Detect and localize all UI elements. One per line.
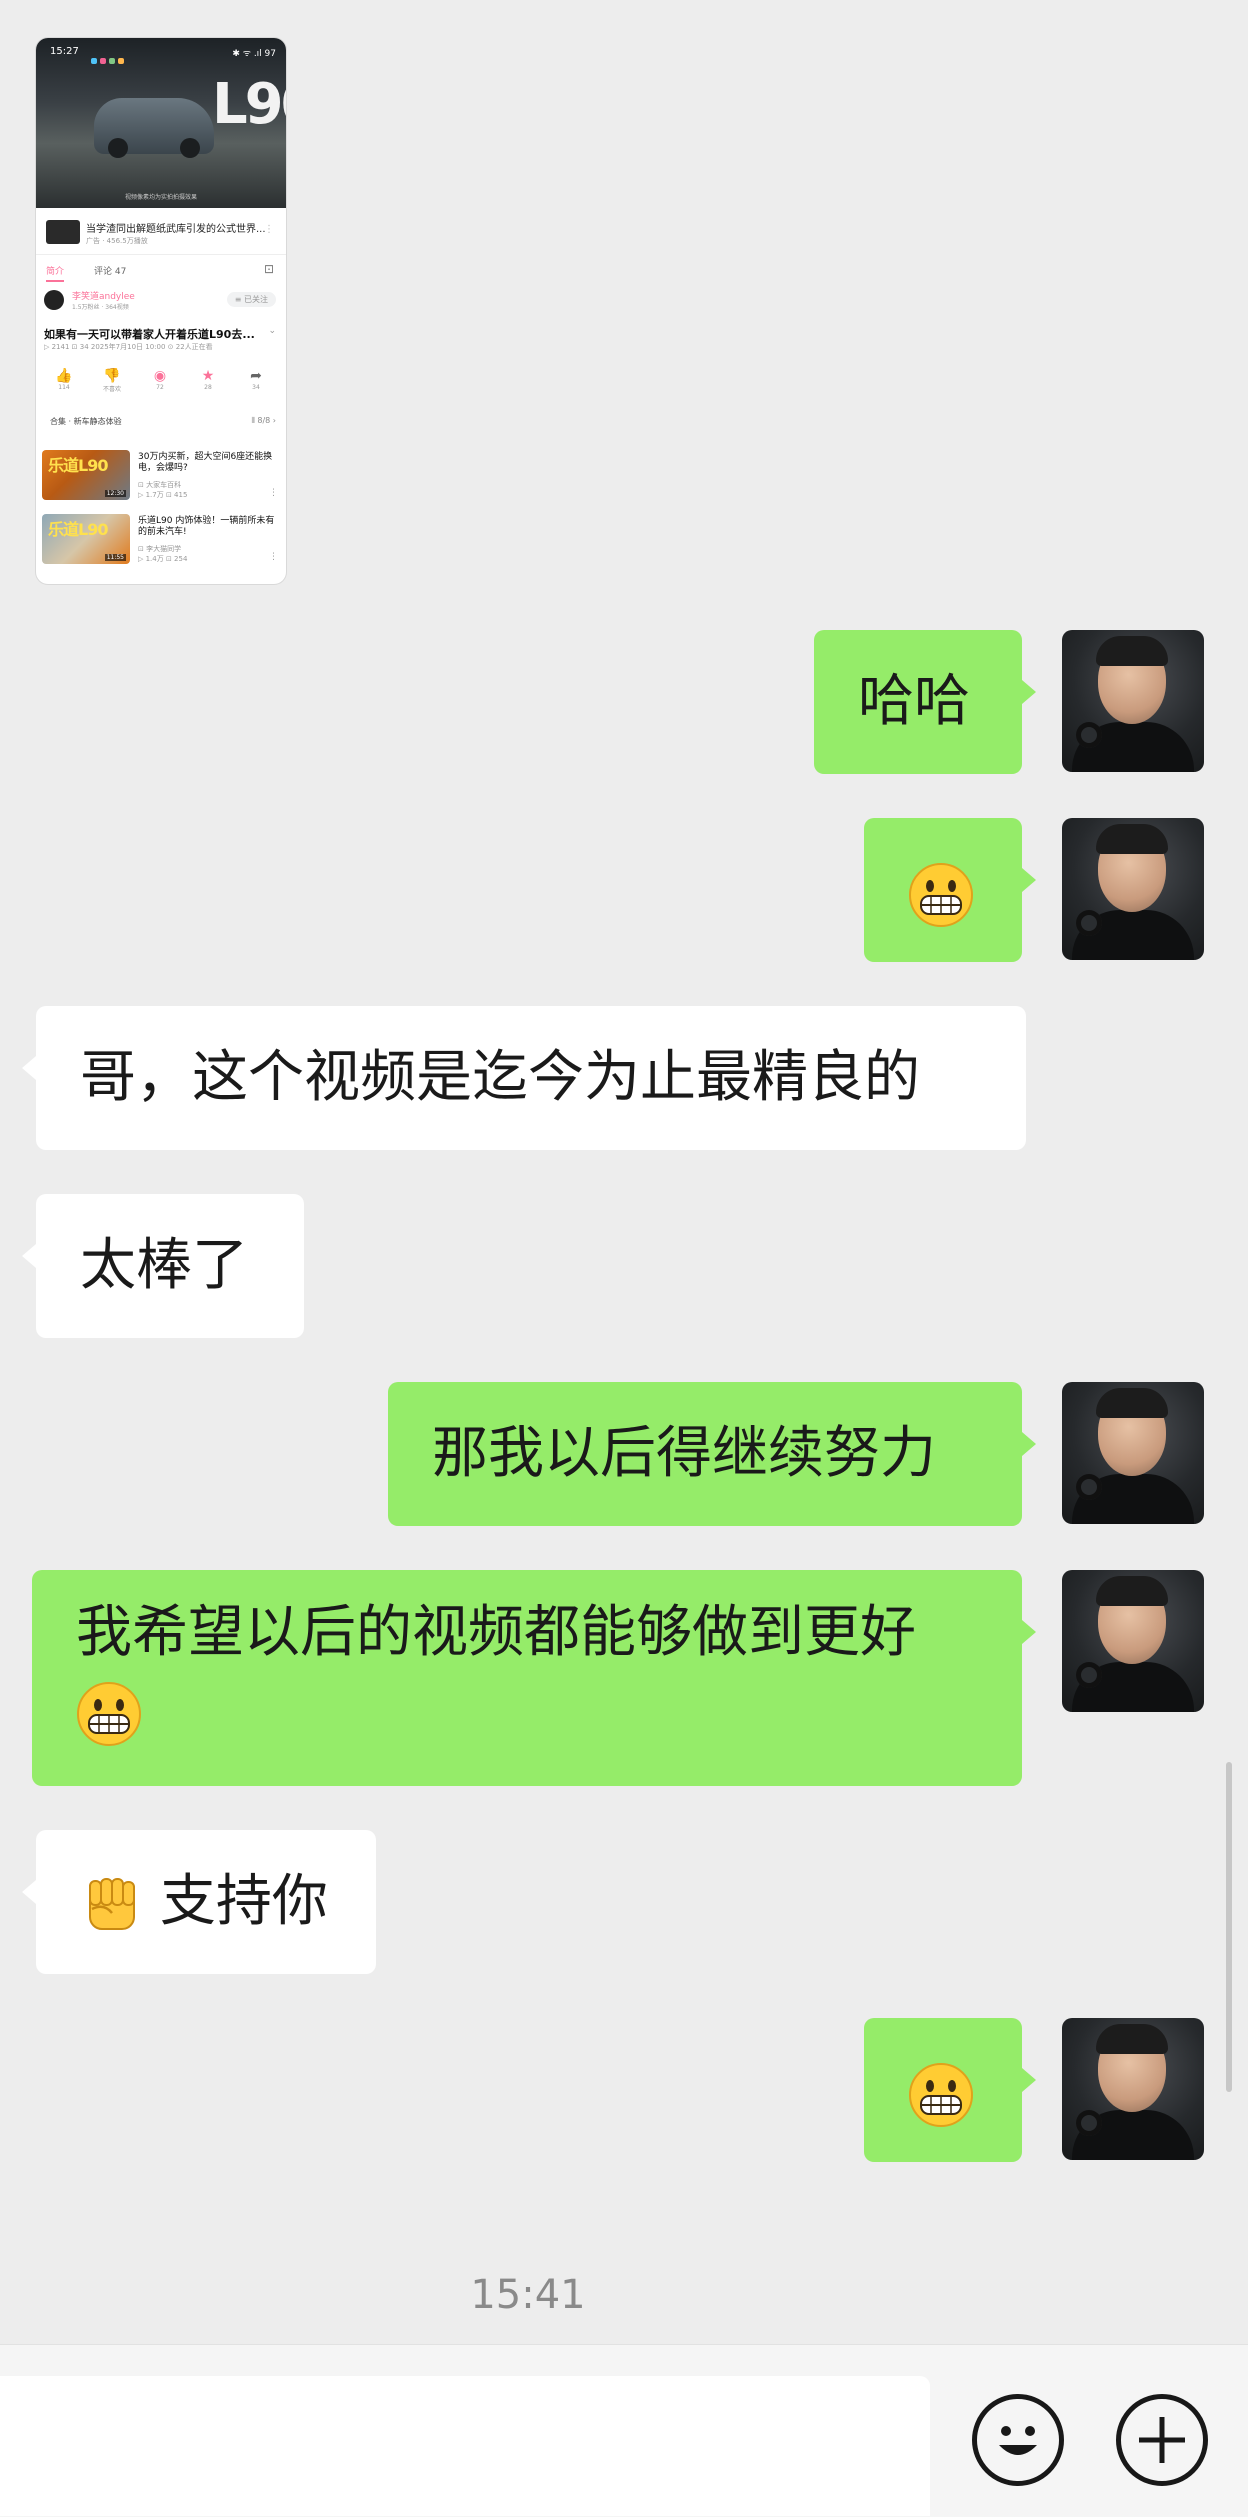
grinning-face-icon (908, 862, 974, 928)
scrollbar[interactable] (1226, 1762, 1232, 2092)
collection-label: 合集 · 新车静态体验 (50, 417, 122, 426)
message-bubble-incoming[interactable]: 太棒了 (22, 1194, 304, 1338)
tab-intro: 简介 (46, 264, 65, 282)
smiley-icon[interactable] (972, 2394, 1064, 2486)
video-brand-text: L90 (212, 72, 286, 137)
video-duration: 11:55 (104, 554, 126, 561)
video-tabs: 简介 评论 47 ⊡ (36, 260, 286, 282)
ad-row: 当学渣同出解题纸武库引发的公式世界... 广告 · 456.5万播放 ⋮ (36, 210, 286, 255)
uploader-fans: 1.5万粉丝 · 364视频 (72, 304, 129, 311)
related-video-title: 乐道L90 内饰体验！一辆前所未有的前未汽车! (138, 516, 275, 537)
grinning-face-icon (908, 2062, 974, 2128)
star-icon: ★ 28 (201, 368, 215, 391)
thumbs-up-icon: 👍 114 (55, 368, 73, 391)
message-bubble-outgoing[interactable]: 哈哈 (814, 630, 1036, 774)
related-video-stats: ▷ 1.4万 ⊡ 254 (138, 555, 188, 563)
car-image (94, 98, 214, 158)
cover-text: 乐道L90 (48, 520, 108, 539)
chevron-down-icon: ⌄ (268, 326, 276, 336)
message-text: 太棒了 (80, 1233, 248, 1298)
cover-text: 乐道L90 (48, 456, 108, 475)
plus-icon[interactable] (1116, 2394, 1208, 2486)
status-indicators: ✱ ᯤ .ıl 97 (232, 49, 276, 59)
more-icon: ⋮ (264, 224, 274, 235)
ad-title: 当学渣同出解题纸武库引发的公式世界... (86, 224, 266, 235)
avatar[interactable] (1062, 2018, 1204, 2160)
related-video-stats: ▷ 1.7万 ⊡ 415 (138, 491, 188, 499)
collection-count: ⦀ 8/8 › (251, 416, 276, 425)
message-bubble-outgoing[interactable] (864, 2018, 1036, 2162)
message-text: 那我以后得继续努力 (432, 1421, 936, 1486)
video-duration: 12:30 (104, 490, 126, 497)
message-bubble-outgoing[interactable]: 我希望以后的视频都能够做到更好 (32, 1570, 1036, 1786)
video-stats: ▷ 2141 ⊡ 34 2025年7月10日 10:00 ⊙ 22人正在看 (44, 343, 213, 351)
raised-fist-icon (82, 1875, 142, 1935)
message-bubble-outgoing[interactable]: 那我以后得继续努力 (388, 1382, 1036, 1526)
ad-subtitle: 广告 · 456.5万播放 (86, 237, 148, 245)
related-video-item: 乐道L90 11:55 乐道L90 内饰体验！一辆前所未有的前未汽车! ⊡ 李大… (36, 514, 286, 570)
follow-status: ≡ 已关注 (226, 292, 276, 307)
message-timestamp: 15:41 (470, 2272, 586, 2318)
shared-screenshot-image[interactable]: 15:27 ✱ ᯤ .ıl 97 L90 视频像素均为实拍拍摄效果 当学渣同出解… (36, 38, 286, 584)
coin-icon: ◉ 72 (153, 368, 167, 391)
uploader-name: 李笑道andylee (72, 292, 135, 302)
message-bubble-outgoing[interactable] (864, 818, 1036, 962)
related-video-author: ⊡ 大家车百科 (138, 481, 182, 489)
message-bubble-incoming[interactable]: 哥，这个视频是迄今为止最精良的 (22, 1006, 1026, 1150)
related-video-title: 30万内买新，超大空间6座还能换电，会爆吗? (138, 452, 273, 473)
video-caption: 视频像素均为实拍拍摄效果 (124, 194, 197, 201)
related-video-cover: 乐道L90 11:55 (42, 514, 130, 564)
uploader-avatar (44, 290, 64, 310)
message-bubble-incoming[interactable]: 支持你 (22, 1830, 376, 1974)
share-icon: ➦ 34 (250, 368, 262, 391)
message-text: 支持你 (159, 1869, 328, 1934)
uploader-row: 李笑道andylee 1.5万粉丝 · 364视频 ≡ 已关注 (36, 288, 286, 316)
video-player-preview: 15:27 ✱ ᯤ .ıl 97 L90 视频像素均为实拍拍摄效果 (36, 38, 286, 208)
ad-thumbnail (46, 220, 80, 244)
message-text: 哥，这个视频是迄今为止最精良的 (80, 1045, 920, 1110)
avatar[interactable] (1062, 630, 1204, 772)
tab-comments: 评论 47 (94, 267, 127, 277)
video-title: 如果有一天可以带着家人开着乐道L90去... (44, 328, 255, 341)
danmaku-icon: ⊡ (263, 262, 274, 276)
message-text: 我希望以后的视频都能够做到更好 (76, 1600, 916, 1665)
related-video-item: 乐道L90 12:30 30万内买新，超大空间6座还能换电，会爆吗? ⊡ 大家车… (36, 450, 286, 506)
avatar[interactable] (1062, 1382, 1204, 1524)
action-bar: 👍 114 👎 不喜欢 ◉ 72 ★ 28 ➦ 34 (36, 368, 286, 400)
avatar[interactable] (1062, 1570, 1204, 1712)
more-icon: ⋮ (269, 488, 278, 498)
message-text: 哈哈 (858, 669, 970, 734)
more-icon: ⋮ (269, 552, 278, 562)
status-time: 15:27 (50, 46, 79, 57)
thumbs-down-icon: 👎 不喜欢 (102, 368, 121, 393)
avatar[interactable] (1062, 818, 1204, 960)
message-input[interactable] (0, 2376, 930, 2516)
notification-icons (91, 49, 135, 64)
related-video-author: ⊡ 李大猫同学 (138, 545, 182, 553)
related-video-cover: 乐道L90 12:30 (42, 450, 130, 500)
grinning-face-icon (76, 1681, 142, 1747)
